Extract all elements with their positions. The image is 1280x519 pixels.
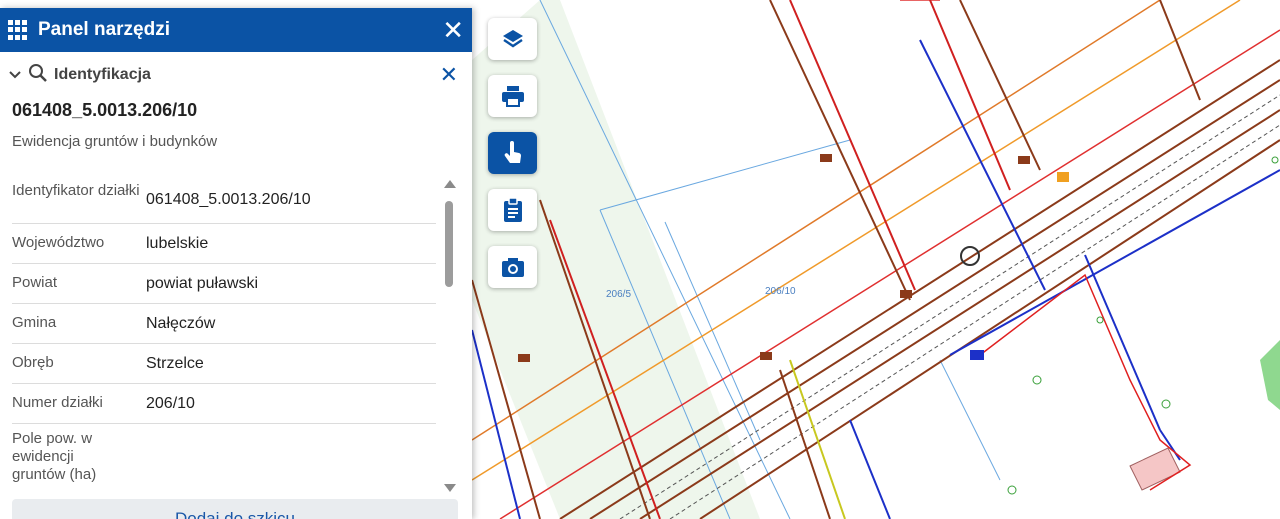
parcel-label-206-5: 206/5 (606, 289, 631, 300)
panel-close-icon[interactable]: ✕ (442, 17, 464, 43)
print-button[interactable] (488, 75, 537, 117)
panel-title: Panel narzędzi (38, 19, 170, 40)
row-label: Pole pow. w ewidencji gruntów (ha) (12, 430, 97, 483)
row-label: Gmina (12, 314, 57, 331)
table-row: Obręb Strzelce (12, 344, 436, 384)
parcel-label-206-10: 206/10 (765, 286, 796, 297)
apps-grid-icon[interactable] (8, 20, 28, 40)
orange-symbol (1057, 172, 1069, 182)
row-label: Powiat (12, 274, 58, 291)
blue-symbol (970, 350, 984, 360)
table-row: Pole pow. w ewidencji gruntów (ha) (12, 424, 436, 494)
row-value: Strzelce (146, 354, 204, 372)
printer-icon (501, 86, 524, 107)
tool-panel: Panel narzędzi ✕ Identyfikacja ✕ 061408_… (0, 8, 472, 519)
table-row: Numer działki 206/10 (12, 384, 436, 424)
row-value: lubelskie (146, 234, 209, 252)
row-label: Numer działki (12, 394, 103, 411)
screenshot-button[interactable] (488, 246, 537, 288)
table-row: Identyfikator działki 061408_5.0013.206/… (12, 176, 436, 224)
identify-section-header[interactable]: Identyfikacja ✕ (0, 52, 472, 92)
table-row: Powiat powiat puławski (12, 264, 436, 304)
row-label: Identyfikator działki (12, 182, 140, 199)
row-label: Obręb (12, 354, 54, 371)
table-scrollbar[interactable] (444, 180, 456, 492)
scroll-thumb[interactable] (445, 201, 453, 287)
section-close-icon[interactable]: ✕ (440, 62, 458, 88)
search-icon (28, 63, 48, 88)
attributes-table[interactable]: Identyfikator działki 061408_5.0013.206/… (0, 176, 472, 498)
table-row: Gmina Nałęczów (12, 304, 436, 344)
clipboard-icon (503, 197, 522, 222)
identify-button[interactable] (488, 132, 537, 174)
scroll-up-arrow-icon[interactable] (444, 180, 456, 188)
section-title: Identyfikacja (54, 66, 151, 83)
table-row: Województwo lubelskie (12, 224, 436, 264)
row-value: powiat puławski (146, 274, 259, 292)
register-subtitle: Ewidencja gruntów i budynków (12, 133, 218, 150)
pointer-hand-icon (504, 141, 521, 163)
row-value: Nałęczów (146, 314, 216, 332)
add-to-sketch-button[interactable]: Dodaj do szkicu (12, 499, 458, 519)
row-label: Województwo (12, 234, 105, 251)
camera-icon (501, 258, 524, 277)
layers-icon (502, 30, 523, 48)
scroll-down-arrow-icon[interactable] (444, 484, 456, 492)
panel-header: Panel narzędzi ✕ (0, 8, 472, 52)
layers-button[interactable] (488, 18, 537, 60)
row-value: 206/10 (146, 394, 195, 412)
row-value: 061408_5.0013.206/10 (146, 190, 311, 208)
parcel-id-heading: 061408_5.0013.206/10 (12, 100, 198, 120)
chevron-down-icon[interactable] (8, 67, 28, 83)
clipboard-button[interactable] (488, 189, 537, 231)
